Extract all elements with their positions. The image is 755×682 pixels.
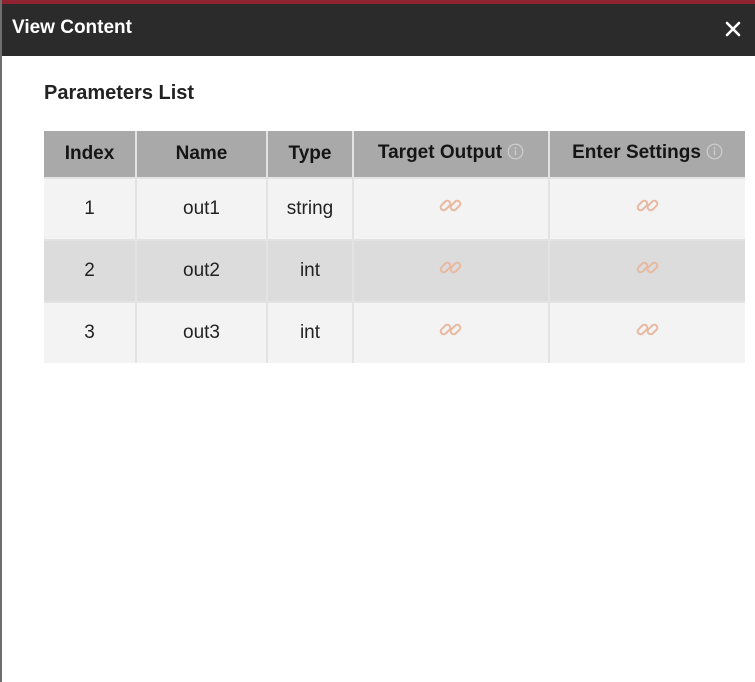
link-icon[interactable] [636,194,660,224]
link-icon[interactable] [439,194,463,224]
link-icon[interactable] [439,318,463,348]
view-content-dialog: View Content Parameters List Index Name … [0,0,755,682]
column-header-name: Name [136,131,268,178]
cell-type: int [267,301,354,363]
info-icon[interactable] [507,143,524,166]
cell-target-output [353,177,550,240]
cell-index: 3 [44,301,137,363]
link-icon[interactable] [636,318,660,348]
cell-enter-settings [549,177,745,240]
cell-type: string [267,177,354,240]
column-header-target-output: Target Output [353,131,550,178]
cell-index: 1 [44,177,137,240]
cell-enter-settings [549,301,745,363]
column-header-type: Type [267,131,354,178]
cell-index: 2 [44,239,137,302]
table-row: 3 out3 int [44,301,745,363]
table-header-row: Index Name Type Target Output Enter Sett… [44,131,745,178]
cell-enter-settings [549,239,745,302]
dialog-titlebar: View Content [2,0,755,56]
dialog-title: View Content [12,17,132,38]
cell-name: out1 [136,177,268,240]
cell-name: out2 [136,239,268,302]
table-row: 2 out2 int [44,239,745,302]
cell-target-output [353,239,550,302]
close-button[interactable] [717,13,749,45]
close-icon [725,21,741,37]
info-icon[interactable] [706,143,723,166]
parameters-list-heading: Parameters List [44,82,195,104]
cell-target-output [353,301,550,363]
column-header-index: Index [44,131,137,178]
parameters-table: Index Name Type Target Output Enter Sett… [44,131,745,363]
cell-name: out3 [136,301,268,363]
link-icon[interactable] [636,256,660,286]
cell-type: int [267,239,354,302]
link-icon[interactable] [439,256,463,286]
column-header-enter-settings: Enter Settings [549,131,745,178]
table-row: 1 out1 string [44,177,745,240]
